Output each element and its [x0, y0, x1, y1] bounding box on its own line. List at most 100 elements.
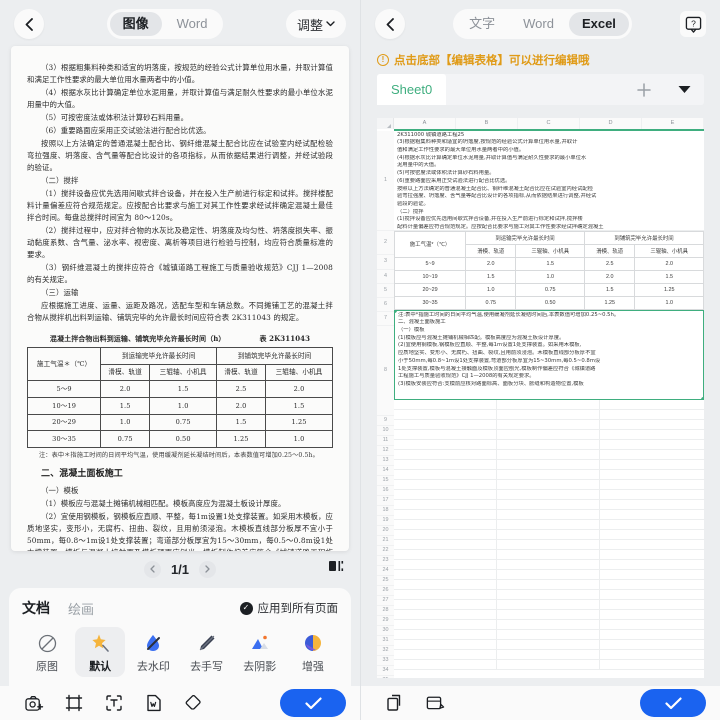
empty-row[interactable]	[394, 550, 704, 560]
edit-table-button[interactable]	[415, 695, 455, 712]
tab-text[interactable]: 文字	[456, 12, 508, 36]
copy-pages-button[interactable]	[375, 694, 415, 712]
empty-row[interactable]	[394, 440, 704, 450]
empty-row[interactable]	[394, 500, 704, 510]
row-number[interactable]: 32	[377, 646, 394, 656]
row-number[interactable]: 28	[377, 606, 394, 616]
empty-row[interactable]	[394, 480, 704, 490]
row-number[interactable]: 14	[377, 466, 394, 476]
column-header-e[interactable]: E	[642, 118, 704, 129]
row-number[interactable]: 22	[377, 546, 394, 556]
empty-row[interactable]	[394, 660, 704, 670]
page-fit-button[interactable]	[328, 559, 344, 578]
empty-row[interactable]	[394, 530, 704, 540]
empty-row[interactable]	[394, 570, 704, 580]
eraser-button[interactable]	[174, 695, 214, 711]
row-number[interactable]: 5	[377, 284, 394, 298]
row-number[interactable]: 25	[377, 576, 394, 586]
back-button-left[interactable]	[14, 9, 44, 39]
back-button-right[interactable]	[375, 9, 405, 39]
crop-button[interactable]	[54, 694, 94, 712]
row-number[interactable]: 35	[377, 676, 394, 678]
row-number[interactable]: 12	[377, 446, 394, 456]
adjust-dropdown[interactable]: 调整	[286, 10, 347, 38]
filter-original[interactable]: 原图	[22, 627, 72, 677]
row-number[interactable]: 24	[377, 566, 394, 576]
cell-a1[interactable]: 2K311000 城镇道路工程25 (3)根据粗集料种类和适宜的坍落度,按规范的…	[394, 131, 704, 231]
add-photo-button[interactable]	[14, 695, 54, 712]
row-number[interactable]: 19	[377, 516, 394, 526]
tab-drawing[interactable]: 绘画	[68, 599, 94, 618]
empty-row[interactable]	[394, 540, 704, 550]
empty-row[interactable]	[394, 420, 704, 430]
tab-document[interactable]: 文档	[22, 598, 50, 618]
selected-cell-a8[interactable]: 注:表中*指施工时间的日间平均气温,使用缓凝剂延长凝结时间后,本表数值可增加0.…	[394, 309, 704, 400]
apply-to-all-pages-toggle[interactable]: ✓ 应用到所有页面	[239, 600, 338, 616]
excel-time-table[interactable]: 施工气温*（℃） 到运输完毕允许最长时间 到铺筑完毕允许最长时间 滑模、轨道 三…	[393, 230, 704, 310]
row-number[interactable]: 23	[377, 556, 394, 566]
row-number[interactable]: 21	[377, 536, 394, 546]
row-number[interactable]: 7	[377, 312, 394, 326]
row-number[interactable]: 20	[377, 526, 394, 536]
empty-rows-region[interactable]	[394, 399, 704, 670]
empty-row[interactable]	[394, 450, 704, 460]
add-sheet-button[interactable]	[624, 74, 664, 105]
row-number[interactable]: 29	[377, 616, 394, 626]
text-recognize-button[interactable]	[94, 694, 134, 712]
row-number[interactable]: 11	[377, 436, 394, 446]
spreadsheet-grid[interactable]: A B C D E 1 2 3 4 5 6 7 8 9 10 11 12 13 …	[377, 118, 704, 678]
empty-row[interactable]	[394, 410, 704, 420]
empty-row[interactable]	[394, 490, 704, 500]
next-page-button[interactable]	[199, 560, 217, 578]
row-number[interactable]: 30	[377, 626, 394, 636]
filter-enhance[interactable]: 增强	[288, 627, 338, 677]
row-number[interactable]: 9	[377, 416, 394, 426]
row-number[interactable]: 1	[377, 131, 394, 231]
empty-row[interactable]	[394, 640, 704, 650]
prev-page-button[interactable]	[143, 560, 161, 578]
empty-row[interactable]	[394, 520, 704, 530]
document-preview-card[interactable]: （3）根据粗集料种类和适宜的坍落度，按规范的经验公式计算单位用水量，并取计算值和…	[11, 46, 349, 551]
row-number[interactable]: 26	[377, 586, 394, 596]
confirm-button-right[interactable]	[640, 689, 706, 717]
empty-row[interactable]	[394, 610, 704, 620]
column-header-b[interactable]: B	[456, 118, 518, 129]
empty-row[interactable]	[394, 590, 704, 600]
empty-row[interactable]	[394, 510, 704, 520]
help-button[interactable]: ?	[680, 11, 707, 37]
empty-row[interactable]	[394, 560, 704, 570]
row-number[interactable]: 4	[377, 270, 394, 284]
confirm-button-left[interactable]	[280, 689, 346, 717]
row-number[interactable]: 16	[377, 486, 394, 496]
column-header-d[interactable]: D	[580, 118, 642, 129]
empty-row[interactable]	[394, 400, 704, 410]
tab-word-right[interactable]: Word	[510, 12, 567, 36]
column-header-a[interactable]: A	[394, 118, 456, 129]
row-number[interactable]: 34	[377, 666, 394, 676]
empty-row[interactable]	[394, 630, 704, 640]
empty-row[interactable]	[394, 470, 704, 480]
tab-image[interactable]: 图像	[109, 12, 162, 36]
column-header-c[interactable]: C	[518, 118, 580, 129]
row-number[interactable]: 8	[377, 326, 394, 416]
empty-row[interactable]	[394, 650, 704, 660]
tab-word-left[interactable]: Word	[164, 12, 221, 36]
row-number[interactable]: 27	[377, 596, 394, 606]
word-export-button[interactable]	[134, 694, 174, 712]
row-number[interactable]: 6	[377, 298, 394, 312]
empty-row[interactable]	[394, 580, 704, 590]
row-number[interactable]: 3	[377, 255, 394, 270]
empty-row[interactable]	[394, 460, 704, 470]
row-number[interactable]: 31	[377, 636, 394, 646]
row-number[interactable]: 2	[377, 231, 394, 255]
filter-remove-handwriting[interactable]: 去手写	[182, 627, 232, 677]
empty-row[interactable]	[394, 430, 704, 440]
filter-remove-watermark[interactable]: 去水印	[128, 627, 178, 677]
tab-excel[interactable]: Excel	[568, 12, 629, 36]
row-number[interactable]: 33	[377, 656, 394, 666]
empty-row[interactable]	[394, 620, 704, 630]
row-number[interactable]: 15	[377, 476, 394, 486]
row-number[interactable]: 18	[377, 506, 394, 516]
empty-row[interactable]	[394, 600, 704, 610]
row-number[interactable]: 13	[377, 456, 394, 466]
